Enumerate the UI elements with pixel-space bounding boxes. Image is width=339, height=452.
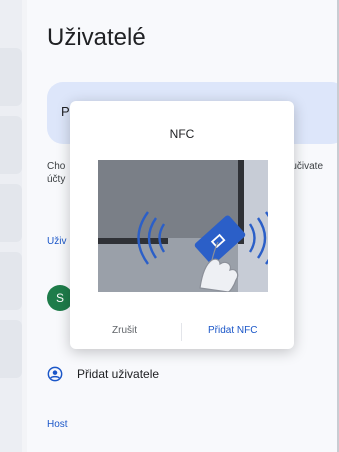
dialog-title: NFC xyxy=(169,127,195,141)
nfc-tap-illustration xyxy=(98,160,268,292)
actions-divider xyxy=(181,323,182,341)
dialog-scrim: NFC Zrušit Přidat NFC xyxy=(0,0,339,452)
cancel-button[interactable]: Zrušit xyxy=(112,325,137,336)
add-nfc-button[interactable]: Přidat NFC xyxy=(208,325,257,336)
nfc-dialog: NFC Zrušit Přidat NFC xyxy=(70,101,294,349)
dialog-actions: Zrušit Přidat NFC xyxy=(70,315,294,349)
